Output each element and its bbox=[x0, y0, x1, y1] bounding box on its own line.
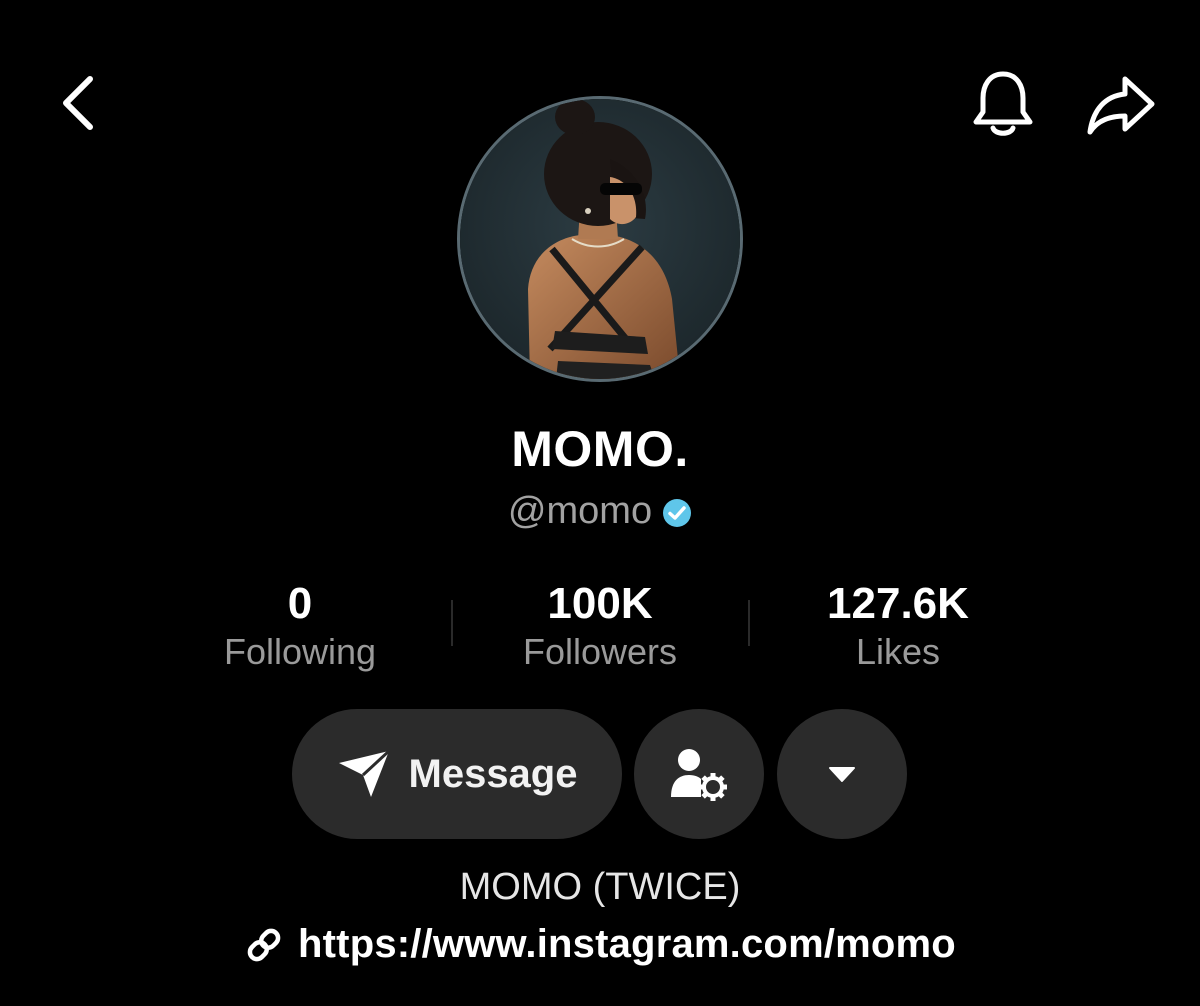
avatar-image bbox=[460, 99, 740, 379]
message-button[interactable]: Message bbox=[292, 709, 622, 839]
bio-text: MOMO (TWICE) bbox=[459, 866, 741, 908]
message-button-label: Message bbox=[408, 751, 578, 796]
bio-link-text[interactable]: https://www.instagram.com/momo bbox=[298, 922, 956, 967]
verified-badge-icon bbox=[663, 499, 692, 527]
paper-plane-icon bbox=[338, 749, 390, 797]
stat-likes[interactable]: 127.6K Likes bbox=[748, 578, 1048, 674]
notifications-button[interactable] bbox=[966, 66, 1040, 142]
friend-settings-button[interactable] bbox=[634, 709, 764, 839]
bio-link[interactable]: https://www.instagram.com/momo bbox=[0, 922, 1200, 967]
back-button[interactable] bbox=[48, 70, 108, 136]
link-icon bbox=[247, 928, 281, 961]
following-count: 0 bbox=[287, 579, 313, 628]
stat-following[interactable]: 0 Following bbox=[150, 578, 450, 674]
followers-count: 100K bbox=[547, 579, 653, 628]
followers-label: Followers bbox=[522, 631, 678, 672]
stat-followers[interactable]: 100K Followers bbox=[450, 578, 750, 674]
following-label: Following bbox=[223, 631, 377, 672]
profile-avatar[interactable] bbox=[457, 96, 743, 382]
display-name: MOMO. bbox=[511, 421, 689, 477]
chevron-left-icon bbox=[63, 76, 93, 130]
more-options-button[interactable] bbox=[777, 709, 907, 839]
handle-row: @momo bbox=[0, 490, 1200, 533]
user-gear-icon bbox=[671, 749, 727, 801]
likes-label: Likes bbox=[855, 631, 941, 672]
share-button[interactable] bbox=[1082, 70, 1160, 140]
share-arrow-icon bbox=[1087, 76, 1155, 135]
likes-count: 127.6K bbox=[827, 579, 969, 628]
caret-down-icon bbox=[829, 767, 855, 782]
bell-icon bbox=[973, 71, 1033, 136]
username-handle: @momo bbox=[507, 490, 653, 532]
